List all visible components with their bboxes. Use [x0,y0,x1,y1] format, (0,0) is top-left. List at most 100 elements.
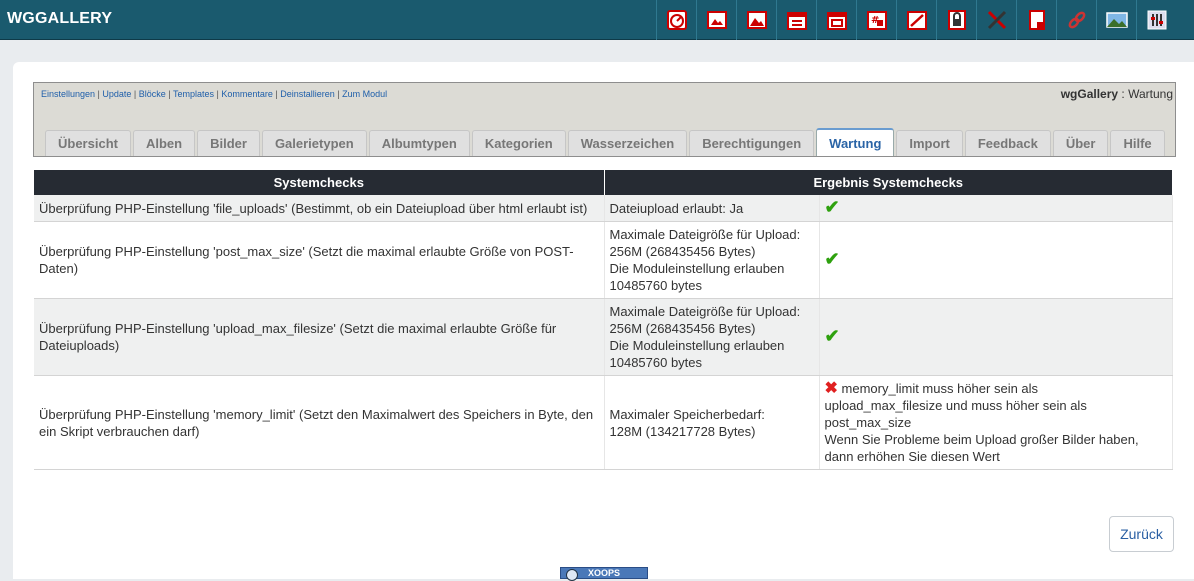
tab-7[interactable]: Berechtigungen [689,130,815,156]
error-message-line: dann erhöhen Sie diesen Wert [824,449,1000,464]
module-link[interactable]: Kommentare [221,89,273,99]
top-bar: WGGALLERY # [0,0,1194,40]
image-gallery-icon [706,11,727,29]
back-button[interactable]: Zurück [1109,516,1174,552]
module-admin-header: Einstellungen | Update | Blöcke | Templa… [33,82,1176,157]
value-line: Maximaler Speicherbedarf: [609,406,765,422]
check-result: ✔ [819,298,1173,376]
module-link[interactable]: Update [102,89,131,99]
xoops-badge[interactable]: XOOPS [560,567,648,581]
header-results: Ergebnis Systemchecks [604,170,1173,195]
error-message: dann erhöhen Sie diesen Wert [825,448,1168,465]
value-line: Die Moduleinstellung erlauben [609,261,785,276]
toolbar: # [656,0,1176,40]
table-row: Überprüfung PHP-Einstellung 'file_upload… [34,195,1173,222]
value-line: Die Moduleinstellung erlauben [609,338,785,353]
lock-button[interactable] [936,0,976,40]
tab-10[interactable]: Feedback [964,130,1051,156]
module-title: wgGallery : Wartung [1061,87,1173,101]
landscape-icon [1105,12,1128,28]
tab-9[interactable]: Import [896,130,963,156]
error-message: upload_max_filesize und muss höher sein … [825,397,1168,414]
number-calendar-button[interactable]: # [856,0,896,40]
document-delete-icon [1028,10,1045,30]
tab-8[interactable]: Wartung [816,128,895,156]
tab-0[interactable]: Übersicht [45,130,131,156]
number-calendar-icon: # [866,11,887,30]
images-button[interactable] [736,0,776,40]
link-separator: | [334,89,343,99]
check-result: ✔ [819,221,1173,299]
module-link[interactable]: Deinstallieren [280,89,335,99]
check-ok-icon: ✔ [824,326,840,346]
system-checks-table: Systemchecks Ergebnis Systemchecks Überp… [34,170,1173,470]
check-value: Maximaler Speicherbedarf: 128M (134217728… [604,375,820,470]
calendar-icon [786,12,807,30]
tab-5[interactable]: Kategorien [471,130,566,156]
dashboard-icon [666,10,687,30]
value-line: 256M (268435456 Bytes) [609,244,756,259]
globe-icon [566,569,578,581]
module-link[interactable]: Einstellungen [41,89,95,99]
tab-1[interactable]: Alben [132,130,196,156]
check-value: Dateiupload erlaubt: Ja [604,195,820,222]
check-ok-icon: ✔ [824,249,840,269]
check-error-icon: ✖ [824,380,838,397]
calendar-button[interactable] [776,0,816,40]
settings-sliders-icon [1147,10,1166,30]
images-icon [746,11,767,29]
check-description: Überprüfung PHP-Einstellung 'post_max_si… [34,221,605,299]
settings-sliders-button[interactable] [1136,0,1176,40]
header-systemchecks: Systemchecks [34,170,605,195]
tab-4[interactable]: Albumtypen [368,130,470,156]
document-delete-button[interactable] [1016,0,1056,40]
module-links: Einstellungen | Update | Blöcke | Templa… [41,89,387,99]
check-value: Maximale Dateigröße für Upload: 256M (268… [604,221,820,299]
check-description: Überprüfung PHP-Einstellung 'memory_limi… [34,375,605,470]
link-button[interactable] [1056,0,1096,40]
check-result: ✖ memory_limit muss höher sein als upload… [819,375,1173,470]
link-icon [1068,11,1085,29]
value-line: 128M (134217728 Bytes) [609,423,756,439]
error-message-line: Wenn Sie Probleme beim Upload großer Bil… [824,432,1139,447]
error-message-line: post_max_size [824,415,912,430]
value-line: 256M (268435456 Bytes) [609,321,756,336]
check-value: Maximale Dateigröße für Upload: 256M (268… [604,298,820,376]
value-line: 10485760 bytes [609,355,703,370]
table-row: Überprüfung PHP-Einstellung 'memory_limi… [34,375,1173,470]
check-result: ✔ [819,195,1173,222]
image-gallery-button[interactable] [696,0,736,40]
tab-2[interactable]: Bilder [197,130,260,156]
check-ok-icon: ✔ [824,197,840,217]
admin-tabs: Übersicht Alben Bilder Galerietypen Albumtyp… [45,128,1167,156]
calendar-list-button[interactable] [816,0,856,40]
module-name: wgGallery [1060,87,1119,101]
module-link[interactable]: Templates [173,89,214,99]
edit-chart-button[interactable] [896,0,936,40]
xoops-label: XOOPS [587,568,620,578]
tab-3[interactable]: Galerietypen [261,130,367,156]
tools-button[interactable] [976,0,1016,40]
tab-11[interactable]: Über [1052,130,1109,156]
link-separator: | [165,89,173,99]
value-line: Maximale Dateigröße für Upload: [609,227,801,242]
table-row: Überprüfung PHP-Einstellung 'post_max_si… [34,221,1173,299]
tab-6[interactable]: Wasserzeichen [567,130,688,156]
tools-icon [987,10,1006,30]
edit-chart-icon [906,11,927,30]
error-message: Wenn Sie Probleme beim Upload großer Bil… [825,431,1168,448]
landscape-button[interactable] [1096,0,1136,40]
error-message-line: upload_max_filesize und muss höher sein … [824,398,1087,413]
error-message: post_max_size [825,414,1168,431]
table-row: Überprüfung PHP-Einstellung 'upload_max_… [34,298,1173,376]
check-description: Überprüfung PHP-Einstellung 'upload_max_… [34,298,605,376]
dashboard-button[interactable] [656,0,696,40]
module-link[interactable]: Blöcke [139,89,166,99]
check-description: Überprüfung PHP-Einstellung 'file_upload… [34,195,605,222]
module-link[interactable]: Zum Modul [342,89,387,99]
link-separator: | [131,89,139,99]
app-brand[interactable]: WGGALLERY [7,10,112,28]
value-line: Maximale Dateigröße für Upload: [609,304,801,319]
tab-12[interactable]: Hilfe [1110,130,1165,156]
value-line: 10485760 bytes [609,278,703,293]
